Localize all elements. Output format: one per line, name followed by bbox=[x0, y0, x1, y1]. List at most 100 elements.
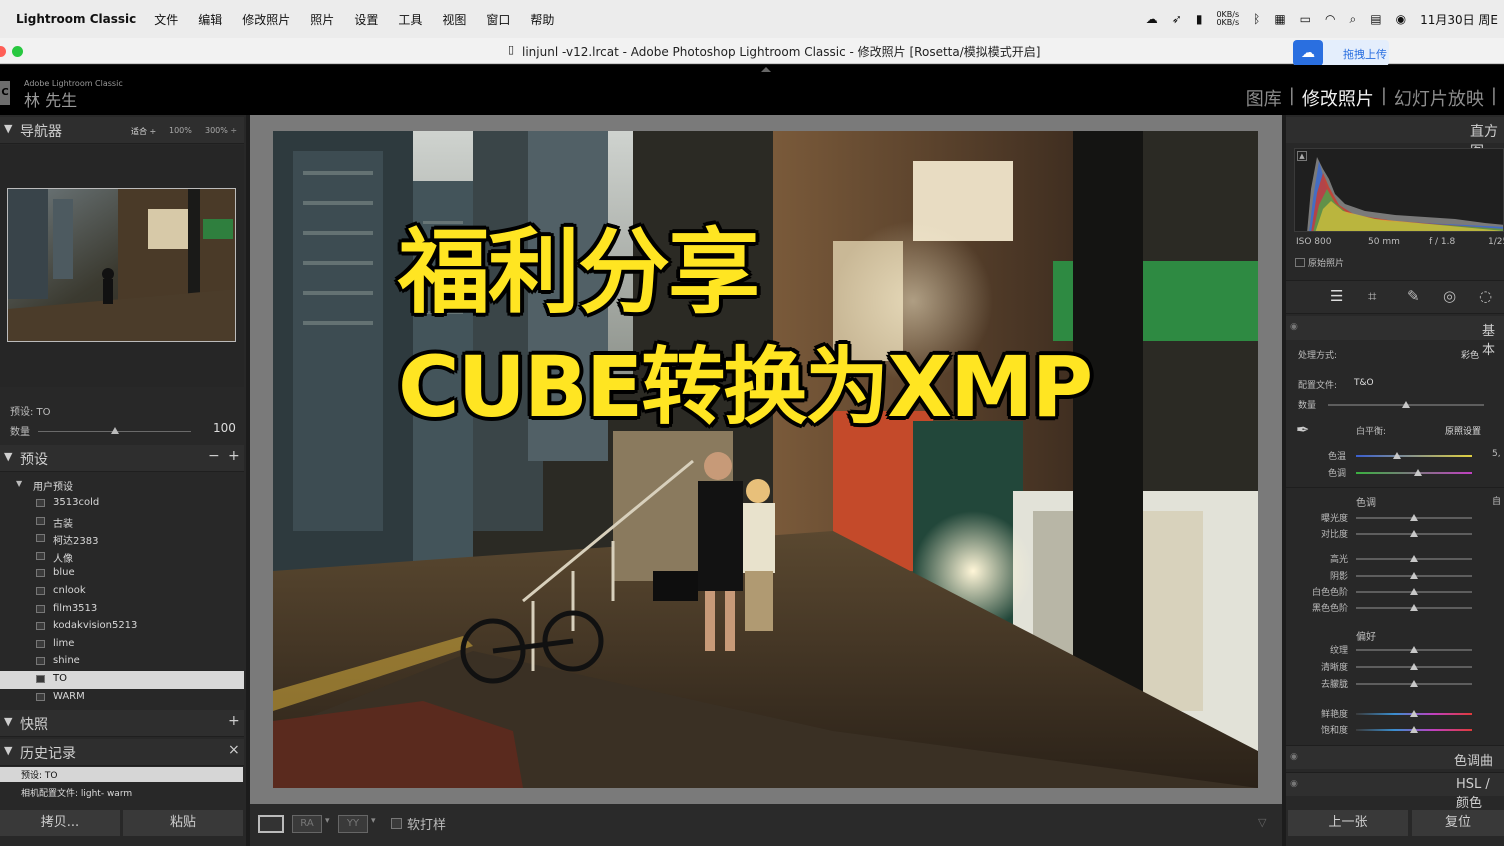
treatment-color[interactable]: 彩色 bbox=[1461, 348, 1479, 361]
profile-amount-knob[interactable] bbox=[1402, 401, 1410, 408]
paste-button[interactable]: 粘贴 bbox=[123, 810, 243, 836]
expand-triangle-icon[interactable]: ▼ bbox=[16, 479, 22, 488]
menu-edit[interactable]: 编辑 bbox=[198, 11, 222, 28]
crop-icon[interactable]: ⌗ bbox=[1368, 287, 1376, 305]
collapse-top-arrow-icon[interactable] bbox=[761, 67, 771, 72]
tone-curve-header[interactable]: ◉ 色调曲线 bbox=[1286, 745, 1504, 788]
preset-item[interactable]: shine bbox=[0, 653, 244, 671]
temp-knob[interactable] bbox=[1393, 452, 1401, 459]
whites-knob[interactable] bbox=[1410, 588, 1418, 595]
previous-button[interactable]: 上一张 bbox=[1288, 810, 1408, 836]
menu-tools[interactable]: 工具 bbox=[398, 11, 422, 28]
clear-history-button[interactable]: × bbox=[228, 742, 240, 758]
preset-group-user[interactable]: 用户预设 bbox=[33, 478, 73, 493]
loupe-view-button[interactable] bbox=[258, 815, 284, 833]
menu-file[interactable]: 文件 bbox=[154, 11, 178, 28]
exposure-knob[interactable] bbox=[1410, 514, 1418, 521]
basic-header[interactable] bbox=[1286, 316, 1504, 340]
contrast-knob[interactable] bbox=[1410, 530, 1418, 537]
module-library[interactable]: 图库 bbox=[1246, 85, 1282, 111]
preset-item[interactable]: kodakvision5213 bbox=[0, 618, 244, 636]
highlights-knob[interactable] bbox=[1410, 555, 1418, 562]
add-preset-button[interactable]: + bbox=[228, 448, 240, 464]
module-develop[interactable]: 修改照片 bbox=[1302, 85, 1374, 111]
preset-item[interactable]: 柯达2383 bbox=[0, 530, 244, 548]
edit-sliders-icon[interactable]: ☰ bbox=[1330, 287, 1343, 305]
preset-item[interactable]: 3513cold bbox=[0, 495, 244, 513]
upload-widget[interactable]: ☁ 拖拽上传 bbox=[1293, 40, 1389, 66]
preset-amount-knob[interactable] bbox=[110, 427, 119, 434]
preset-item[interactable]: lime bbox=[0, 636, 244, 654]
wifi-icon[interactable]: ◠ bbox=[1325, 12, 1335, 26]
snapshots-header[interactable]: ▼ 快照 + bbox=[0, 710, 244, 737]
copy-button[interactable]: 拷贝... bbox=[0, 810, 120, 836]
close-window-button[interactable] bbox=[0, 46, 6, 57]
cat-icon[interactable]: ▮ bbox=[1196, 12, 1203, 26]
masking-icon[interactable]: ◌ bbox=[1479, 287, 1492, 305]
histogram-graph[interactable]: ▲ bbox=[1294, 148, 1504, 232]
history-header[interactable]: ▼ 历史记录 × bbox=[0, 739, 244, 766]
vibrance-knob[interactable] bbox=[1410, 710, 1418, 717]
maximize-window-button[interactable] bbox=[12, 46, 23, 57]
original-photo-checkbox[interactable] bbox=[1295, 258, 1305, 267]
bluetooth-icon[interactable]: ᛒ bbox=[1253, 12, 1260, 26]
grid-icon[interactable]: ▦ bbox=[1274, 12, 1285, 26]
control-center-icon[interactable]: ▤ bbox=[1370, 12, 1381, 26]
module-slideshow[interactable]: 幻灯片放映 bbox=[1394, 85, 1484, 111]
cloud-icon[interactable]: ☁ bbox=[1146, 12, 1158, 26]
red-eye-icon[interactable]: ◎ bbox=[1443, 287, 1456, 305]
menu-view[interactable]: 视图 bbox=[442, 11, 466, 28]
siri-icon[interactable]: ◉ bbox=[1396, 12, 1406, 26]
panel-visibility-eye-icon[interactable]: ◉ bbox=[1290, 322, 1298, 332]
clarity-knob[interactable] bbox=[1410, 663, 1418, 670]
preset-item[interactable]: cnlook bbox=[0, 583, 244, 601]
zoom-fit[interactable]: 适合 ÷ bbox=[131, 126, 156, 137]
preset-item[interactable]: 古装 bbox=[0, 513, 244, 531]
bird-icon[interactable]: ➶ bbox=[1172, 12, 1182, 26]
eyedropper-icon[interactable]: ✒ bbox=[1296, 420, 1309, 439]
menubar-app-name[interactable]: Lightroom Classic bbox=[16, 12, 136, 26]
menu-settings[interactable]: 设置 bbox=[354, 11, 378, 28]
softproof-checkbox[interactable] bbox=[391, 818, 402, 829]
remove-preset-button[interactable]: − bbox=[208, 448, 220, 464]
temp-value[interactable]: 5, bbox=[1492, 449, 1501, 459]
dehaze-knob[interactable] bbox=[1410, 680, 1418, 687]
shadows-knob[interactable] bbox=[1410, 572, 1418, 579]
auto-tone-button[interactable]: 自 bbox=[1492, 494, 1501, 507]
history-item-0[interactable]: 预设: TO bbox=[21, 768, 57, 781]
presets-header[interactable]: ▼ 预设 − + bbox=[0, 445, 244, 472]
preset-item[interactable]: blue bbox=[0, 565, 244, 583]
menu-photo[interactable]: 照片 bbox=[310, 11, 334, 28]
preset-item[interactable]: 人像 bbox=[0, 548, 244, 566]
saturation-knob[interactable] bbox=[1410, 726, 1418, 733]
zoom-100[interactable]: 100% bbox=[169, 126, 192, 135]
before-after-swap-button[interactable]: YY bbox=[338, 815, 368, 833]
reset-button[interactable]: 复位 bbox=[1412, 810, 1504, 836]
battery-icon[interactable]: ▭ bbox=[1300, 12, 1311, 26]
tint-knob[interactable] bbox=[1414, 469, 1422, 476]
menu-develop[interactable]: 修改照片 bbox=[242, 11, 290, 28]
history-item-1[interactable]: 相机配置文件: light- warm bbox=[21, 786, 132, 799]
profile-value[interactable]: T&O bbox=[1354, 378, 1374, 388]
preset-item[interactable]: film3513 bbox=[0, 601, 244, 619]
before-after-button[interactable]: RA bbox=[292, 815, 322, 833]
zoom-300[interactable]: 300% ÷ bbox=[205, 126, 237, 135]
add-snapshot-button[interactable]: + bbox=[228, 713, 240, 729]
clock[interactable]: 11月30日 周E bbox=[1420, 11, 1498, 28]
toolbar-menu-chevron-icon[interactable]: ▽ bbox=[1258, 816, 1266, 829]
hsl-header[interactable]: ◉ HSL / 颜色 bbox=[1286, 772, 1504, 811]
menu-help[interactable]: 帮助 bbox=[530, 11, 554, 28]
chevron-down-icon[interactable]: ▾ bbox=[325, 816, 330, 826]
amount-value[interactable]: 100 bbox=[213, 421, 236, 435]
search-icon[interactable]: ⌕ bbox=[1350, 12, 1357, 27]
texture-knob[interactable] bbox=[1410, 646, 1418, 653]
preset-item[interactable]: WARM bbox=[0, 689, 244, 707]
panel-visibility-eye-icon[interactable]: ◉ bbox=[1290, 779, 1298, 789]
navigator-header[interactable]: ▼ 导航器 适合 ÷ 100% 300% ÷ bbox=[0, 117, 244, 144]
navigator-preview[interactable] bbox=[7, 188, 236, 342]
chevron-down-icon[interactable]: ▾ bbox=[371, 816, 376, 826]
menu-window[interactable]: 窗口 bbox=[486, 11, 510, 28]
healing-icon[interactable]: ✎ bbox=[1407, 287, 1420, 305]
panel-visibility-eye-icon[interactable]: ◉ bbox=[1290, 752, 1298, 762]
blacks-knob[interactable] bbox=[1410, 604, 1418, 611]
